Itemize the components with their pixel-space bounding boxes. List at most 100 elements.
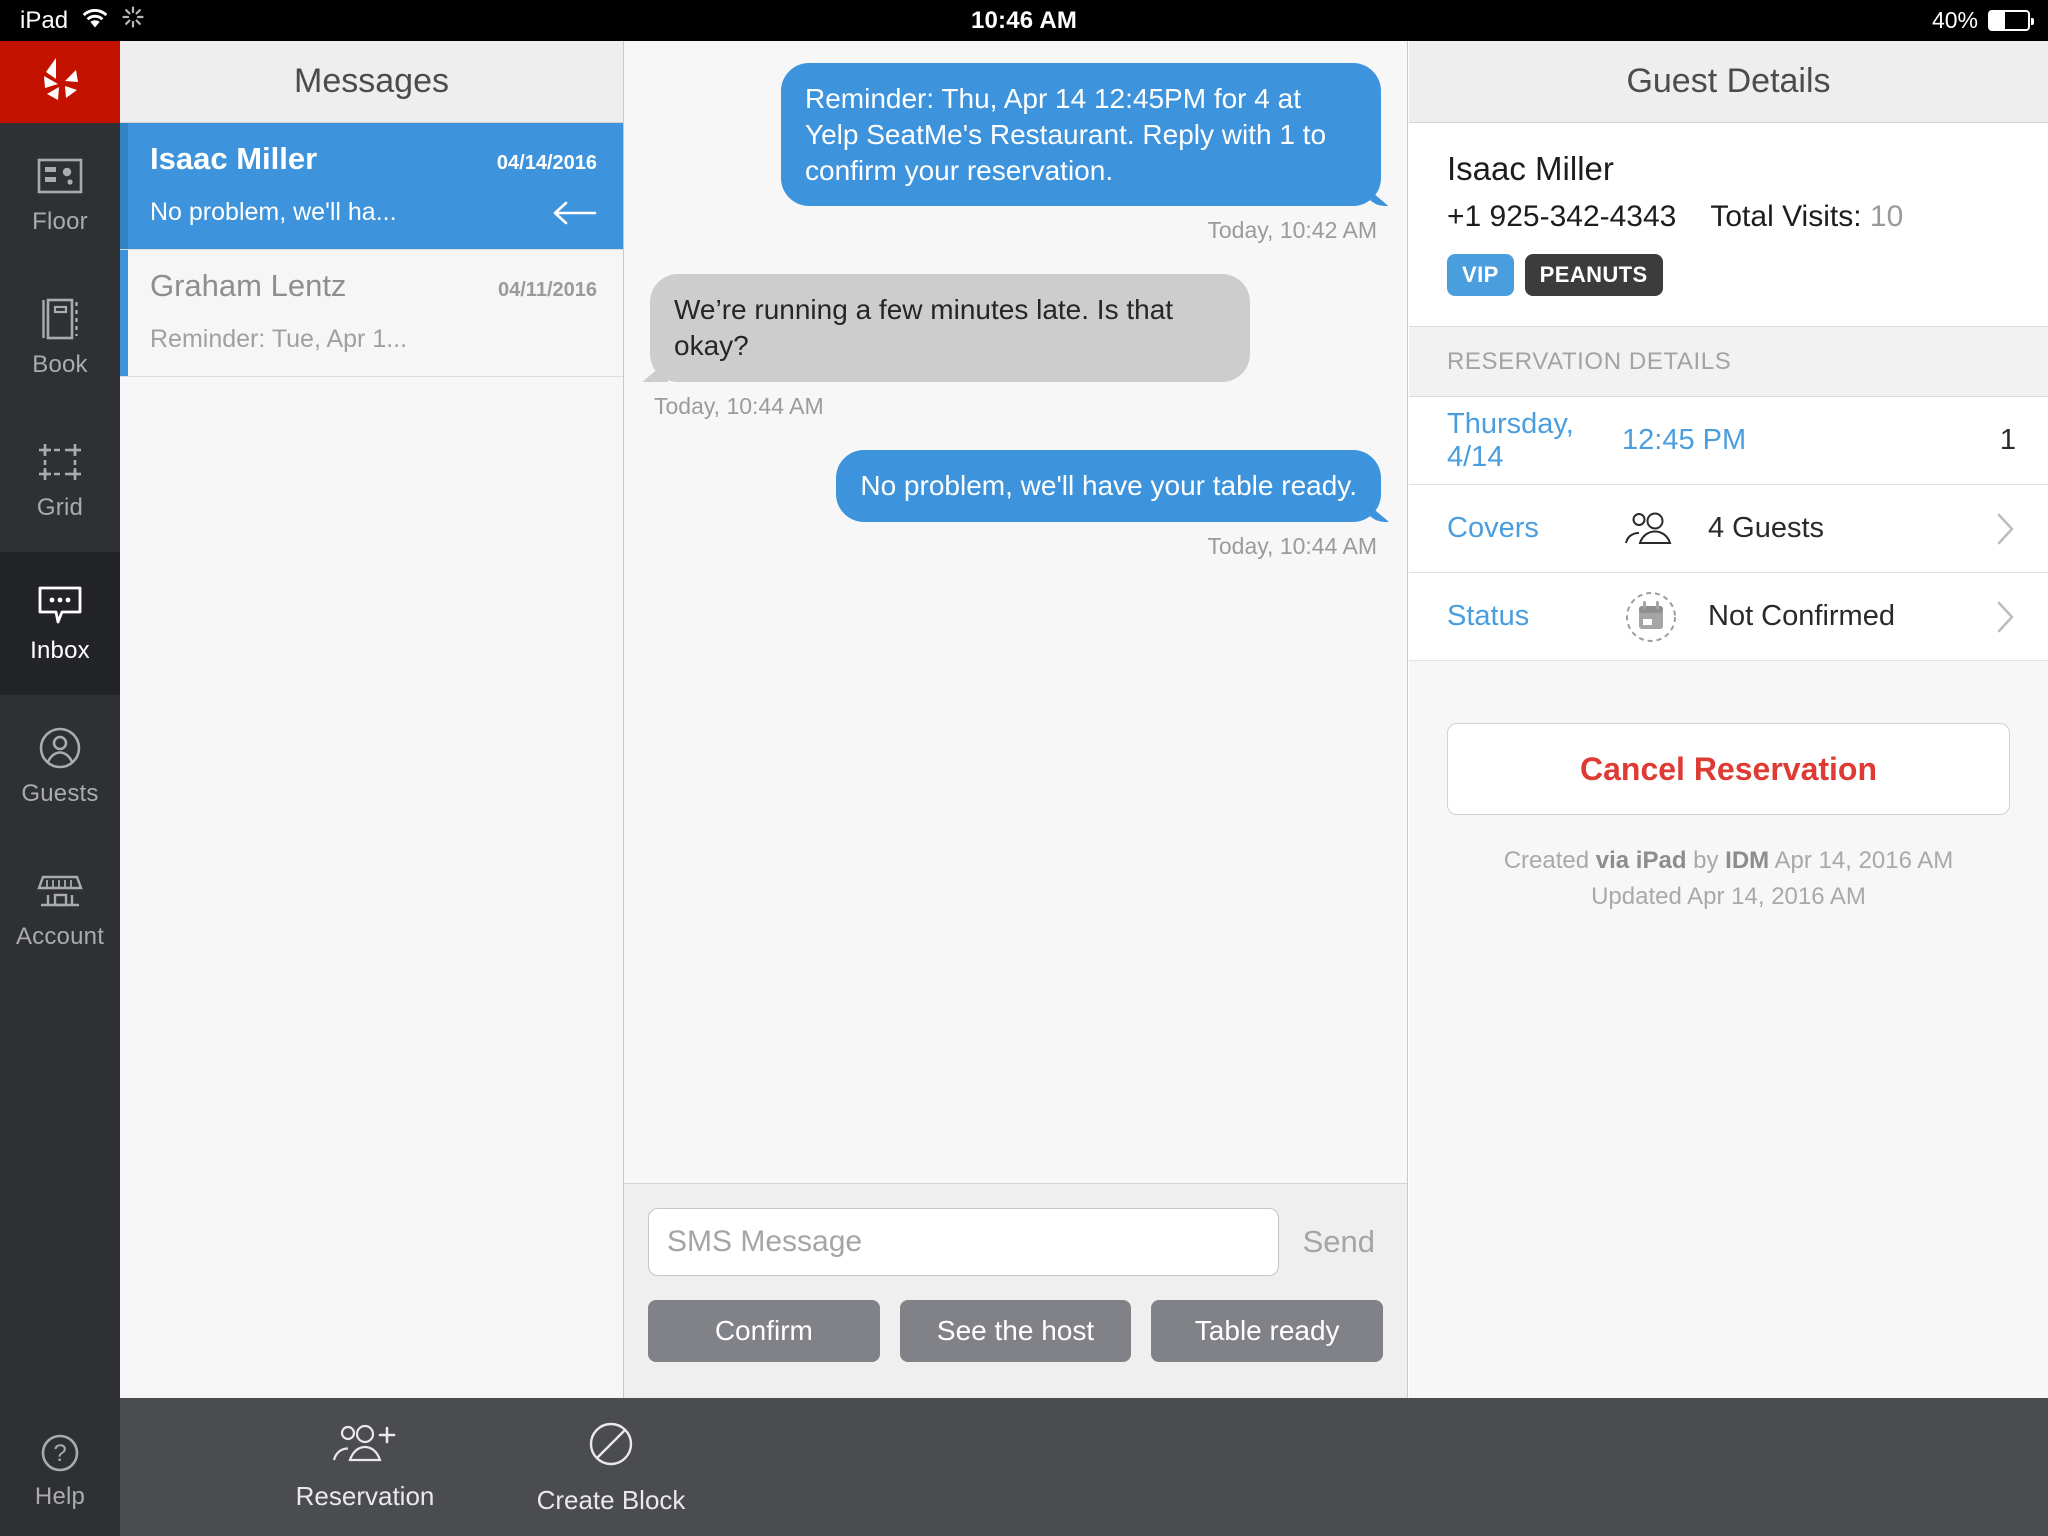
created-line: Created via iPad by IDM Apr 14, 2016 AM <box>1409 843 2048 879</box>
conversation-name: Graham Lentz <box>150 268 347 303</box>
guest-tag-list: VIP PEANUTS <box>1447 254 2010 296</box>
conversation-list-item[interactable]: Isaac Miller 04/14/2016 No problem, we'l… <box>120 123 623 250</box>
status-bar: iPad 10:46 AM 40% <box>0 0 2048 41</box>
guest-details-panel: Guest Details Isaac Miller +1 925-342-43… <box>1409 41 2048 1398</box>
message-timestamp: Today, 10:44 AM <box>654 393 824 420</box>
floor-plan-icon <box>37 153 83 199</box>
quick-reply-confirm-button[interactable]: Confirm <box>648 1300 880 1362</box>
covers-value: 4 Guests <box>1708 512 1825 544</box>
status-bar-clock: 10:46 AM <box>970 6 1078 34</box>
bottom-bar-label: Create Block <box>536 1485 686 1515</box>
guest-contact-row: +1 925-342-4343 Total Visits: 10 <box>1447 200 2010 234</box>
storefront-icon <box>36 868 84 914</box>
reservation-datetime-row[interactable]: Thursday, 4/14 12:45 PM 1 <box>1409 397 2048 485</box>
sidebar-item-grid[interactable]: Grid <box>0 409 120 552</box>
covers-label: Covers <box>1447 512 1539 544</box>
message-bubble-outgoing: Reminder: Thu, Apr 14 12:45PM for 4 at Y… <box>781 63 1381 207</box>
status-badge-vip: VIP <box>1447 254 1514 296</box>
message-composer: Send Confirm See the host Table ready <box>624 1183 1407 1398</box>
guest-name: Isaac Miller <box>1447 150 1614 187</box>
quick-reply-see-the-host-button[interactable]: See the host <box>899 1300 1132 1362</box>
book-icon <box>40 296 80 342</box>
message-bubble-outgoing: No problem, we'll have your table ready. <box>836 450 1381 522</box>
sidebar-item-label: Floor <box>32 208 88 235</box>
message-timestamp: Today, 10:44 AM <box>1207 532 1377 559</box>
conversation-preview: No problem, we'll ha... <box>150 198 397 226</box>
chevron-right-icon <box>1996 600 2016 634</box>
reservation-covers-row[interactable]: Covers 4 Guests <box>1409 485 2048 573</box>
send-button[interactable]: Send <box>1295 1224 1383 1260</box>
sidebar-item-guests[interactable]: Guests <box>0 695 120 838</box>
status-label: Status <box>1447 600 1530 632</box>
message-row: Reminder: Thu, Apr 14 12:45PM for 4 at Y… <box>650 63 1381 274</box>
conversation-header: Graham Lentz 04/11/2016 <box>150 268 597 304</box>
conversation-name: Isaac Miller <box>150 141 318 176</box>
quick-reply-row: Confirm See the host Table ready <box>648 1300 1384 1362</box>
message-row: No problem, we'll have your table ready.… <box>650 450 1381 590</box>
create-reservation-button[interactable]: Reservation <box>270 1422 460 1512</box>
conversation-preview: Reminder: Tue, Apr 1... <box>150 325 408 353</box>
chevron-right-icon <box>1996 512 2016 546</box>
two-people-icon <box>1622 512 1708 546</box>
reservation-time: 12:45 PM <box>1622 424 1747 456</box>
help-label: Help <box>34 1482 86 1510</box>
bottom-bar-label: Reservation <box>295 1481 435 1511</box>
help-button[interactable]: ? Help <box>0 1404 120 1536</box>
message-row: We’re running a few minutes late. Is tha… <box>650 274 1381 450</box>
block-circle-icon <box>585 1418 637 1477</box>
arrow-left-icon <box>553 200 597 226</box>
quick-reply-table-ready-button[interactable]: Table ready <box>1151 1300 1384 1362</box>
chat-panel: Reminder: Thu, Apr 14 12:45PM for 4 at Y… <box>624 41 1408 1398</box>
svg-text:?: ? <box>53 1440 66 1467</box>
add-people-icon <box>331 1422 399 1473</box>
created-by-word: by <box>1686 847 1726 874</box>
message-thread: Reminder: Thu, Apr 14 12:45PM for 4 at Y… <box>624 41 1407 1183</box>
sidebar-item-label: Grid <box>36 494 84 521</box>
messages-panel: Messages Isaac Miller 04/14/2016 No prob… <box>120 41 624 1398</box>
conversation-preview-row: Reminder: Tue, Apr 1... <box>150 325 597 354</box>
sidebar-item-floor[interactable]: Floor <box>0 123 120 266</box>
guest-phone: +1 925-342-4343 <box>1447 200 1677 233</box>
sidebar-item-inbox[interactable]: Inbox <box>0 552 120 695</box>
dashed-calendar-icon <box>1622 588 1708 646</box>
reservation-date: Thursday, 4/14 <box>1447 407 1574 473</box>
message-bubble-incoming: We’re running a few minutes late. Is tha… <box>650 274 1250 383</box>
sidebar-item-label: Guests <box>21 780 99 807</box>
person-circle-icon <box>38 725 82 771</box>
battery-icon <box>1988 10 2034 31</box>
total-visits-value: 10 <box>1869 200 1904 233</box>
status-badge-allergy: PEANUTS <box>1524 254 1663 296</box>
guest-details-title: Guest Details <box>1409 41 2048 123</box>
yelp-logo <box>0 41 120 123</box>
conversation-header: Isaac Miller 04/14/2016 <box>150 141 597 177</box>
reservation-table-number: 1 <box>1999 424 2016 456</box>
sidebar-item-label: Book <box>32 351 88 378</box>
conversation-list-item[interactable]: Graham Lentz 04/11/2016 Reminder: Tue, A… <box>120 250 623 377</box>
updated-line: Updated Apr 14, 2016 AM <box>1591 883 1866 910</box>
conversation-preview-row: No problem, we'll ha... <box>150 198 597 227</box>
conversation-date: 04/11/2016 <box>498 279 597 301</box>
created-by-user: IDM <box>1725 847 1770 874</box>
reservation-details-section-title: RESERVATION DETAILS <box>1409 327 2048 397</box>
primary-navigation-rail: Floor Book Grid Inbox Guests Account ? H… <box>0 41 120 1536</box>
sidebar-item-label: Account <box>15 923 105 950</box>
reservation-status-row[interactable]: Status Not Confirmed <box>1409 573 2048 661</box>
bottom-action-bar: Reservation Create Block <box>120 1398 2048 1536</box>
grid-icon <box>37 439 83 485</box>
sidebar-item-account[interactable]: Account <box>0 838 120 981</box>
composer-input-row: Send <box>648 1208 1383 1276</box>
cancel-reservation-button[interactable]: Cancel Reservation <box>1447 723 2010 815</box>
create-block-button[interactable]: Create Block <box>516 1418 706 1516</box>
message-timestamp: Today, 10:42 AM <box>1207 217 1377 244</box>
sidebar-item-label: Inbox <box>30 637 90 664</box>
created-via: via iPad <box>1595 847 1687 874</box>
chat-bubble-icon <box>36 582 84 628</box>
sidebar-item-book[interactable]: Book <box>0 266 120 409</box>
sms-message-input[interactable] <box>648 1208 1279 1276</box>
total-visits: Total Visits: 10 <box>1710 200 1903 234</box>
total-visits-label: Total Visits: <box>1710 200 1862 233</box>
question-circle-icon: ? <box>38 1430 82 1476</box>
conversation-date: 04/14/2016 <box>496 152 597 174</box>
status-value: Not Confirmed <box>1708 600 1895 632</box>
created-prefix: Created <box>1503 847 1596 874</box>
